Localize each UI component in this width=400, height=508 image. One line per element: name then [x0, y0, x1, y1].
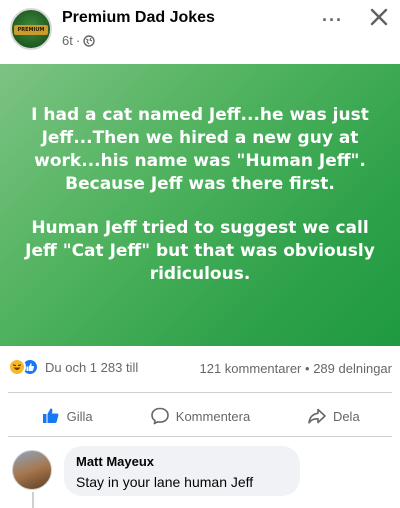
- post-paragraph: I had a cat named Jeff...he was just Jef…: [31, 105, 369, 194]
- comment-button[interactable]: Kommentera: [133, 400, 266, 432]
- comment-text: Stay in your lane human Jeff: [76, 474, 254, 490]
- post-meta: 6t ·: [62, 33, 95, 48]
- comment-author[interactable]: Matt Mayeux: [76, 454, 288, 470]
- comment-label: Kommentera: [175, 408, 251, 424]
- post-header: PREMIUM Premium Dad Jokes 6t · ···: [0, 0, 400, 64]
- reactions-count[interactable]: Du och 1 283 till: [45, 360, 138, 375]
- haha-reaction-icon: [8, 358, 26, 376]
- page-avatar-banner: PREMIUM: [14, 25, 48, 35]
- post-stats: 121 kommentarer • 289 delningar: [200, 361, 393, 376]
- comment-item: Matt Mayeux Stay in your lane human Jeff: [10, 446, 400, 508]
- close-icon[interactable]: [368, 6, 390, 28]
- more-options-button[interactable]: ···: [322, 10, 343, 31]
- shares-count[interactable]: 289 delningar: [313, 361, 392, 376]
- post-time[interactable]: 6t: [62, 33, 73, 48]
- globe-icon: [83, 34, 95, 47]
- commenter-avatar[interactable]: [12, 450, 52, 490]
- post-actions: Gilla Kommentera Dela: [0, 400, 400, 432]
- like-label: Gilla: [66, 408, 93, 424]
- meta-separator: ·: [75, 33, 81, 48]
- page-avatar-text: PREMIUM: [17, 27, 45, 33]
- page-name[interactable]: Premium Dad Jokes: [62, 9, 215, 27]
- comments-count[interactable]: 121 kommentarer: [200, 361, 302, 376]
- thumbs-up-icon: [42, 408, 59, 423]
- reactions-summary[interactable]: Du och 1 283 till: [8, 358, 138, 376]
- divider: [8, 392, 392, 393]
- stats-dot: •: [305, 361, 310, 376]
- comment-icon: [150, 407, 169, 425]
- like-button[interactable]: Gilla: [0, 400, 133, 432]
- thread-line: [32, 492, 34, 508]
- share-icon: [308, 408, 326, 424]
- post-text: I had a cat named Jeff...he was just Jef…: [14, 104, 386, 286]
- share-button[interactable]: Dela: [267, 400, 400, 432]
- share-label: Dela: [332, 408, 360, 424]
- comment-bubble: Matt Mayeux Stay in your lane human Jeff: [64, 446, 300, 496]
- post-paragraph: Human Jeff tried to suggest we call Jeff…: [25, 218, 375, 284]
- page-avatar[interactable]: PREMIUM: [10, 8, 52, 50]
- divider: [8, 436, 392, 437]
